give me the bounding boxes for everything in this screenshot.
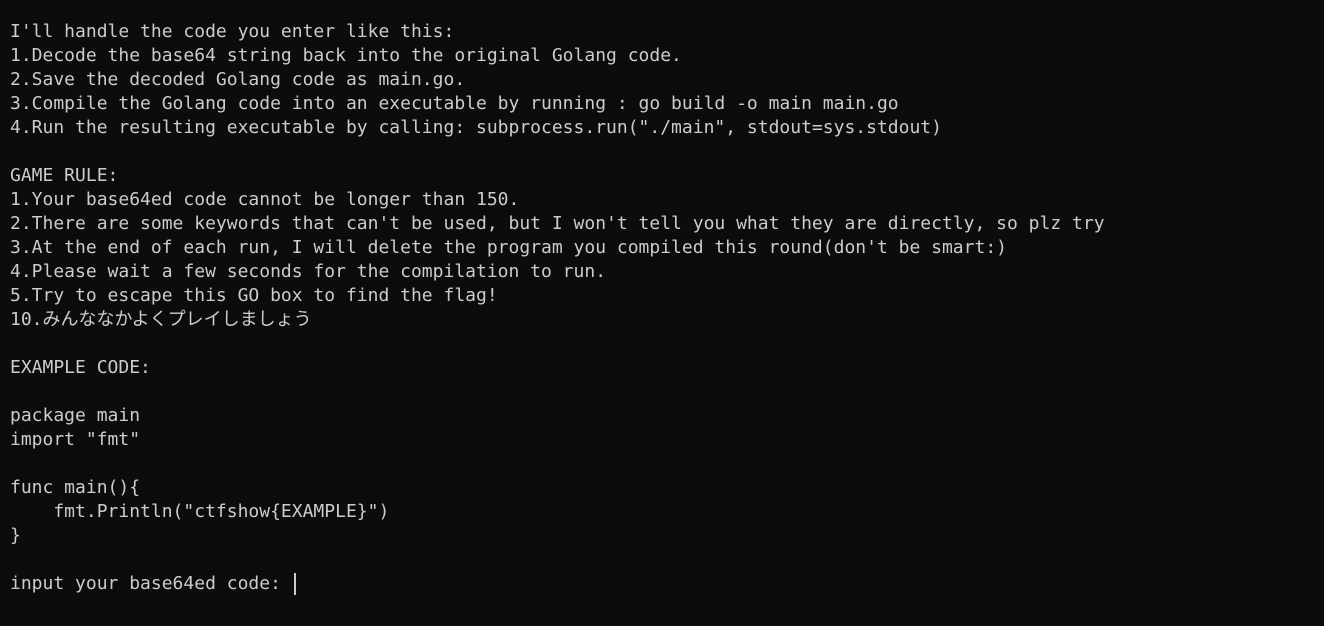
rule-1: 1.Your base64ed code cannot be longer th… [10,189,520,210]
example-heading: EXAMPLE CODE: [10,357,151,378]
input-prompt-label: input your base64ed code: [10,573,292,594]
example-code-line: package main [10,405,141,426]
intro-step-4: 4.Run the resulting executable by callin… [10,117,942,138]
intro-step-3: 3.Compile the Golang code into an execut… [10,93,899,114]
rule-2: 2.There are some keywords that can't be … [10,213,1105,234]
example-code-line: fmt.Println("ctfshow{EXAMPLE}") [10,501,390,522]
example-code-line: func main(){ [10,477,141,498]
rule-3: 3.At the end of each run, I will delete … [10,237,1007,258]
text-cursor [293,573,296,595]
example-code-line [10,452,1324,476]
example-code-line: } [10,525,21,546]
intro-step-1: 1.Decode the base64 string back into the… [10,45,682,66]
terminal-window[interactable]: I'll handle the code you enter like this… [0,0,1324,626]
rule-4: 4.Please wait a few seconds for the comp… [10,261,607,282]
intro-step-2: 2.Save the decoded Golang code as main.g… [10,69,466,90]
rule-10: 10.みんななかよくプレイしましょう [10,309,312,330]
intro-heading: I'll handle the code you enter like this… [10,21,455,42]
input-prompt-line[interactable]: input your base64ed code: [10,572,1324,596]
example-code-line: import "fmt" [10,429,141,450]
rule-5: 5.Try to escape this GO box to find the … [10,285,498,306]
rules-heading: GAME RULE: [10,165,119,186]
